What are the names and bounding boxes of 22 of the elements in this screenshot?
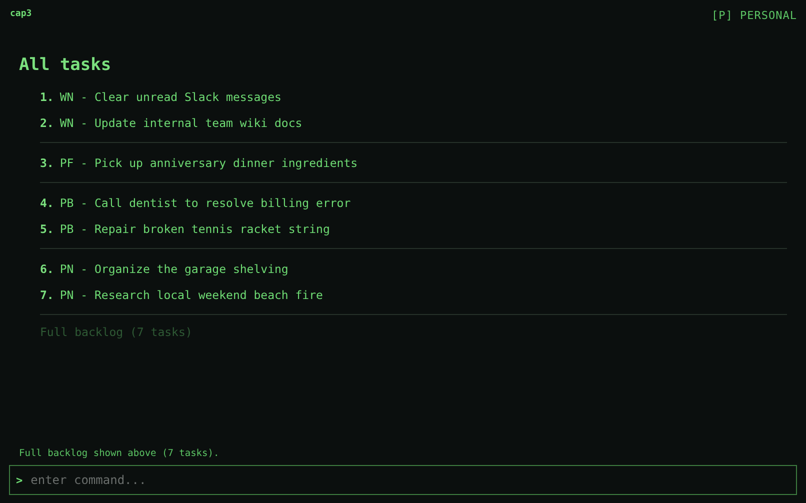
task-text: PF - Pick up anniversary dinner ingredients (60, 156, 358, 170)
task-text: PN - Research local weekend beach fire (60, 288, 323, 302)
task-number: 2. (40, 116, 54, 130)
command-field[interactable]: > enter command... (9, 465, 797, 495)
task-number: 1. (40, 90, 54, 104)
prompt-symbol: > (16, 474, 23, 486)
page-title: All tasks (19, 55, 112, 75)
backlog-summary: Full backlog (7 tasks) (40, 324, 194, 339)
task-text: PN - Organize the garage shelving (60, 262, 288, 276)
task-number: 6. (40, 262, 54, 276)
mode-indicator: [P] PERSONAL (712, 9, 797, 22)
task-number: 3. (40, 156, 54, 170)
task-text: WN - Clear unread Slack messages (60, 90, 282, 104)
task-text: PB - Repair broken tennis racket string (60, 222, 330, 236)
command-input[interactable]: enter command... (28, 472, 790, 488)
status-message: Full backlog shown above (7 tasks). (18, 448, 220, 459)
app-name: cap3 (10, 9, 32, 21)
task-number: 5. (40, 222, 54, 236)
task-text: WN - Update internal team wiki docs (60, 116, 302, 130)
task-number: 4. (40, 196, 54, 210)
task-number: 7. (40, 288, 54, 302)
task-text: PB - Call dentist to resolve billing error (60, 196, 351, 210)
